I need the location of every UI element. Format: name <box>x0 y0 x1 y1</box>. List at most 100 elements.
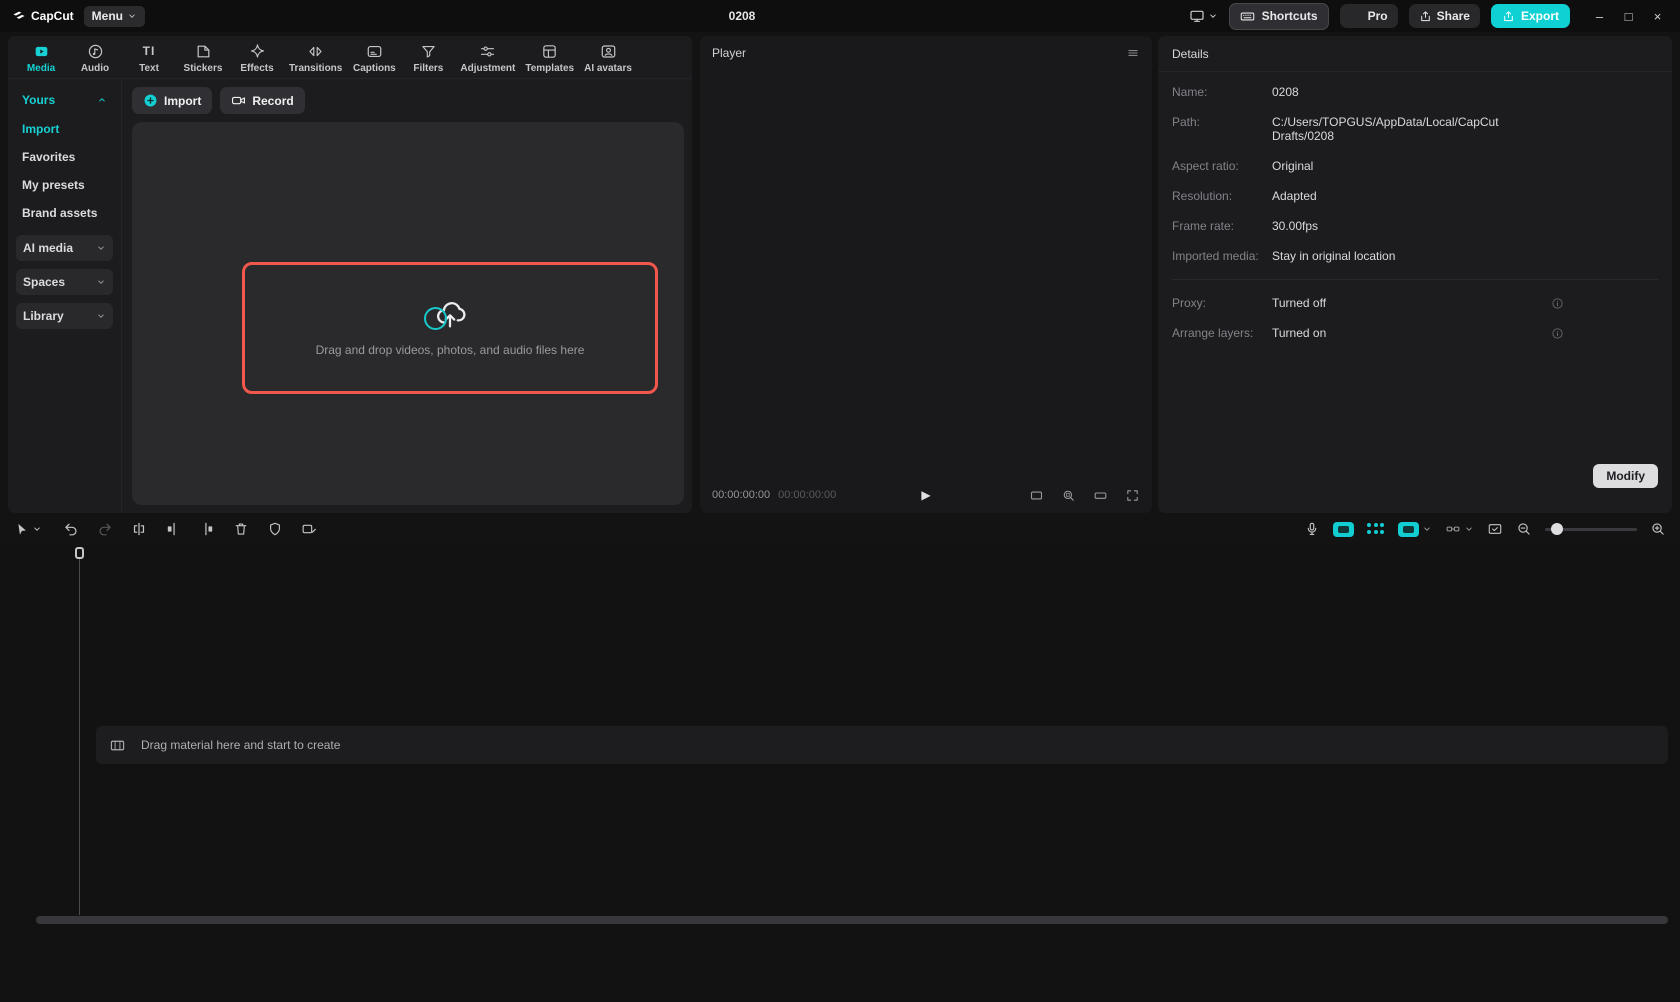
mask-button[interactable] <box>258 521 292 537</box>
tab-templates[interactable]: Templates <box>520 43 579 74</box>
minimize-button[interactable]: – <box>1585 0 1614 32</box>
undo-icon <box>63 521 79 537</box>
sidebar-section-yours[interactable]: Yours <box>16 91 113 115</box>
undo-button[interactable] <box>54 521 88 537</box>
pro-button[interactable]: Pro <box>1339 4 1398 28</box>
timeline-toolbar-right <box>1304 521 1666 537</box>
shortcuts-button[interactable]: Shortcuts <box>1228 2 1329 30</box>
fullscreen-icon[interactable] <box>1125 488 1140 503</box>
edit-clip-button[interactable] <box>292 521 326 537</box>
aspect-ratio-icon[interactable] <box>1029 488 1044 503</box>
window-controls: – □ × <box>1585 0 1672 32</box>
tab-captions[interactable]: Captions <box>347 43 401 74</box>
share-label: Share <box>1436 9 1470 23</box>
media-icon <box>33 43 50 60</box>
toggle-slot <box>1403 525 1414 533</box>
linking-toggle-icon[interactable] <box>1398 521 1419 537</box>
modify-button[interactable]: Modify <box>1593 464 1658 488</box>
delete-left-button[interactable] <box>156 521 190 537</box>
zoom-in-button[interactable] <box>1650 521 1666 537</box>
maximize-button[interactable]: □ <box>1614 0 1643 32</box>
zoom-fit-icon[interactable] <box>1061 488 1076 503</box>
plus-circle-icon <box>143 93 158 108</box>
timeline-area[interactable]: Drag material here and start to create <box>0 545 1680 1002</box>
tab-ai-avatars[interactable]: AI avatars <box>579 43 637 74</box>
zoom-out-button[interactable] <box>1516 521 1532 537</box>
import-button[interactable]: Import <box>132 87 213 114</box>
zoom-slider-knob[interactable] <box>1551 523 1563 535</box>
tab-transitions[interactable]: Transitions <box>284 43 347 74</box>
cursor-icon <box>14 522 29 537</box>
layout-switch-button[interactable] <box>1189 8 1218 24</box>
play-icon[interactable]: ▶ <box>921 488 930 502</box>
detail-value: Turned off <box>1272 296 1327 310</box>
sidebar-item-brand-assets[interactable]: Brand assets <box>16 199 113 227</box>
sidebar-item-import[interactable]: Import <box>16 115 113 143</box>
chevron-down-icon[interactable] <box>1422 524 1432 534</box>
tab-adjustment[interactable]: Adjustment <box>455 43 520 74</box>
timeline-toolbar <box>0 513 1680 545</box>
auto-ripple-toggle-icon[interactable] <box>1333 521 1354 537</box>
canvas-size-icon[interactable] <box>1093 488 1108 503</box>
detail-row-frame-rate: Frame rate: 30.00fps <box>1172 219 1658 233</box>
details-panel: Details Name: 0208 Path: C:/Users/TOPGUS… <box>1158 36 1672 513</box>
split-button[interactable] <box>122 521 156 537</box>
templates-icon <box>541 43 558 60</box>
close-button[interactable]: × <box>1643 0 1672 32</box>
keyboard-icon <box>1240 9 1255 24</box>
link-clips-icon <box>1445 521 1461 537</box>
dropzone-text: Drag and drop videos, photos, and audio … <box>315 343 585 357</box>
dropdown-label: AI media <box>23 241 74 255</box>
import-label: Import <box>164 93 202 108</box>
playhead-handle[interactable] <box>75 547 84 559</box>
record-button[interactable]: Record <box>220 87 305 114</box>
tab-effects[interactable]: Effects <box>230 43 284 74</box>
player-viewport[interactable] <box>700 70 1152 477</box>
media-content: Import Record Drag and drop videos, phot… <box>122 79 692 513</box>
tab-media[interactable]: Media <box>14 43 68 74</box>
tab-audio[interactable]: Audio <box>68 43 122 74</box>
player-controls: 00:00:00:00 00:00:00:00 ▶ <box>700 477 1152 513</box>
redo-icon <box>97 521 113 537</box>
sidebar-dropdown-spaces[interactable]: Spaces <box>16 269 113 295</box>
sidebar-dropdown-ai-media[interactable]: AI media <box>16 235 113 261</box>
export-button[interactable]: Export <box>1490 4 1570 28</box>
empty-track-dropzone[interactable]: Drag material here and start to create <box>96 726 1668 764</box>
media-panel: Media Audio TI Text Stickers Effects Tra… <box>8 36 692 513</box>
shield-icon <box>267 521 283 537</box>
detail-label: Resolution: <box>1172 189 1233 203</box>
detail-value: Original <box>1272 159 1314 173</box>
sidebar-item-favorites[interactable]: Favorites <box>16 143 113 171</box>
player-menu-icon[interactable] <box>1126 46 1140 60</box>
sidebar-dropdown-library[interactable]: Library <box>16 303 113 329</box>
sidebar-item-my-presets[interactable]: My presets <box>16 171 113 199</box>
timeline-zoom-slider[interactable] <box>1545 523 1637 535</box>
select-tool-button[interactable] <box>14 522 42 537</box>
media-body: Yours Import Favorites My presets Brand … <box>8 79 692 513</box>
voiceover-button[interactable] <box>1304 521 1320 537</box>
preview-render-button[interactable] <box>1487 521 1503 537</box>
menu-button[interactable]: Menu <box>83 5 146 27</box>
detail-row-path: Path: C:/Users/TOPGUS/AppData/Local/CapC… <box>1172 115 1658 143</box>
horizontal-scrollbar[interactable] <box>36 916 1668 924</box>
tab-label: Audio <box>80 62 110 74</box>
track-mode-dropdown[interactable] <box>1445 521 1474 537</box>
chevron-down-icon <box>96 243 106 253</box>
info-icon[interactable] <box>1551 327 1564 340</box>
delete-right-button[interactable] <box>190 521 224 537</box>
share-button[interactable]: Share <box>1408 4 1480 28</box>
info-icon[interactable] <box>1551 297 1564 310</box>
trim-right-icon <box>199 521 215 537</box>
tab-text[interactable]: TI Text <box>122 43 176 74</box>
drag-drop-zone[interactable]: Drag and drop videos, photos, and audio … <box>242 262 658 394</box>
adjustment-icon <box>479 43 496 60</box>
detail-label: Path: <box>1172 115 1201 129</box>
chevron-up-icon <box>97 95 107 105</box>
media-drop-area: Drag and drop videos, photos, and audio … <box>132 122 684 505</box>
pro-label: Pro <box>1367 9 1388 23</box>
tab-filters[interactable]: Filters <box>401 43 455 74</box>
tab-stickers[interactable]: Stickers <box>176 43 230 74</box>
redo-button[interactable] <box>88 521 122 537</box>
delete-button[interactable] <box>224 521 258 537</box>
snapping-toggle-icon[interactable] <box>1367 523 1385 535</box>
